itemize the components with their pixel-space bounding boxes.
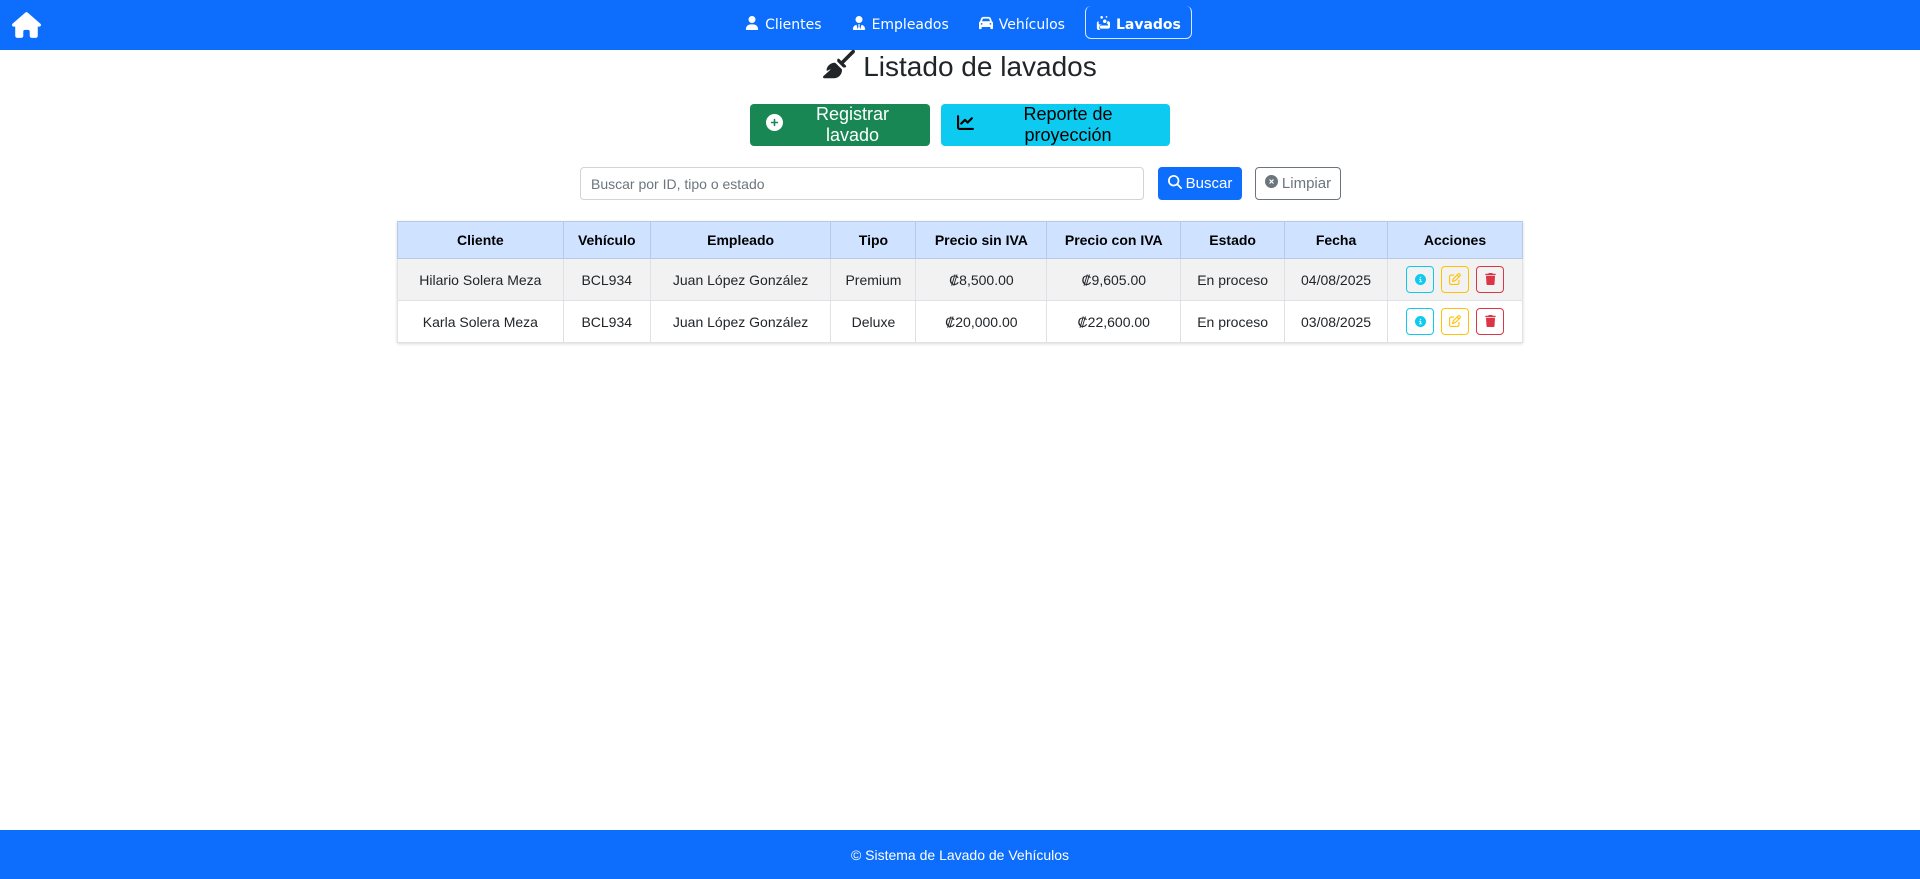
cell-acciones <box>1387 300 1523 343</box>
x-circle-icon <box>1264 175 1278 192</box>
projection-report-label: Reporte de proyección <box>1023 104 1113 145</box>
cell-cliente: Hilario Solera Meza <box>397 258 564 301</box>
column-header: Tipo <box>830 221 917 259</box>
broom-icon <box>823 48 856 87</box>
column-header: Precio con IVA <box>1046 221 1182 259</box>
column-header: Precio sin IVA <box>915 221 1048 259</box>
nav-link-label: Clientes <box>765 17 822 33</box>
cell-tipo: Premium <box>830 258 917 301</box>
column-header: Cliente <box>397 221 564 259</box>
edit-button[interactable] <box>1441 308 1469 335</box>
cell-vehiculo: BCL934 <box>562 300 651 343</box>
nav-link-lavados[interactable]: Lavados <box>1084 5 1192 39</box>
top-navbar: Clientes Empleados Vehículos Lavados <box>0 0 1920 50</box>
delete-button[interactable] <box>1476 308 1504 335</box>
table-row: Hilario Solera Meza BCL934 Juan López Go… <box>397 258 1523 301</box>
search-icon <box>1167 174 1182 193</box>
trash-icon <box>1484 314 1496 330</box>
page-title-text: Listado de lavados <box>863 51 1097 82</box>
car-icon <box>978 16 993 34</box>
trash-icon <box>1484 272 1496 288</box>
search-input[interactable]: Buscar por ID, tipo o estado <box>580 167 1144 200</box>
nav-link-clientes[interactable]: Clientes <box>735 10 831 40</box>
details-button[interactable] <box>1406 308 1434 335</box>
column-header: Empleado <box>649 221 832 259</box>
nav-link-label: Vehículos <box>998 17 1065 33</box>
action-buttons: Registrar lavado Reporte de proyección <box>0 104 1920 146</box>
page-title: Listado de lavados <box>0 48 1920 87</box>
nav-link-label: Lavados <box>1115 16 1181 33</box>
cell-precio-con-iva: ₡22,600.00 <box>1046 300 1182 343</box>
clear-button-label: Limpiar <box>1281 175 1332 192</box>
table-header-row: Cliente Vehículo Empleado Tipo Precio si… <box>397 221 1523 259</box>
cell-empleado: Juan López González <box>649 300 832 343</box>
cell-precio-sin-iva: ₡20,000.00 <box>915 300 1048 343</box>
cell-estado: En proceso <box>1180 300 1286 343</box>
search-button[interactable]: Buscar <box>1158 167 1242 200</box>
cell-fecha: 04/08/2025 <box>1284 258 1389 301</box>
details-button[interactable] <box>1406 266 1434 293</box>
column-header: Acciones <box>1387 221 1523 259</box>
info-circle-icon <box>1414 314 1426 330</box>
nav-link-label: Empleados <box>871 17 949 33</box>
footer: © Sistema de Lavado de Vehículos <box>0 830 1920 879</box>
cell-precio-sin-iva: ₡8,500.00 <box>915 258 1048 301</box>
delete-button[interactable] <box>1476 266 1504 293</box>
column-header: Fecha <box>1284 221 1389 259</box>
edit-icon <box>1449 314 1461 330</box>
nav-link-empleados[interactable]: Empleados <box>842 10 959 40</box>
cell-empleado: Juan López González <box>649 258 832 301</box>
washes-table: Cliente Vehículo Empleado Tipo Precio si… <box>397 221 1523 343</box>
column-header: Vehículo <box>562 221 651 259</box>
plus-circle-icon <box>766 114 783 136</box>
search-button-label: Buscar <box>1185 175 1233 192</box>
clear-button[interactable]: Limpiar <box>1255 167 1341 200</box>
cell-vehiculo: BCL934 <box>562 258 651 301</box>
edit-button[interactable] <box>1441 266 1469 293</box>
search-placeholder: Buscar por ID, tipo o estado <box>591 175 765 192</box>
table-row: Karla Solera Meza BCL934 Juan López Gonz… <box>397 300 1523 343</box>
cell-cliente: Karla Solera Meza <box>397 300 564 343</box>
user-tie-icon <box>852 16 866 34</box>
register-wash-label: Registrar lavado <box>815 104 890 145</box>
footer-text: © Sistema de Lavado de Vehículos <box>850 846 1070 863</box>
projection-report-button[interactable]: Reporte de proyección <box>941 104 1170 146</box>
search-bar: Buscar por ID, tipo o estado Buscar Limp… <box>580 167 1341 200</box>
chart-line-icon <box>957 114 974 136</box>
info-circle-icon <box>1414 272 1426 288</box>
cell-acciones <box>1387 258 1523 301</box>
cell-fecha: 03/08/2025 <box>1284 300 1389 343</box>
soap-icon <box>1096 15 1110 34</box>
column-header: Estado <box>1180 221 1286 259</box>
cell-estado: En proceso <box>1180 258 1286 301</box>
user-icon <box>745 16 759 34</box>
nav-link-vehiculos[interactable]: Vehículos <box>969 10 1075 40</box>
cell-tipo: Deluxe <box>830 300 917 343</box>
cell-precio-con-iva: ₡9,605.00 <box>1046 258 1182 301</box>
edit-icon <box>1449 272 1461 288</box>
register-wash-button[interactable]: Registrar lavado <box>750 104 930 146</box>
